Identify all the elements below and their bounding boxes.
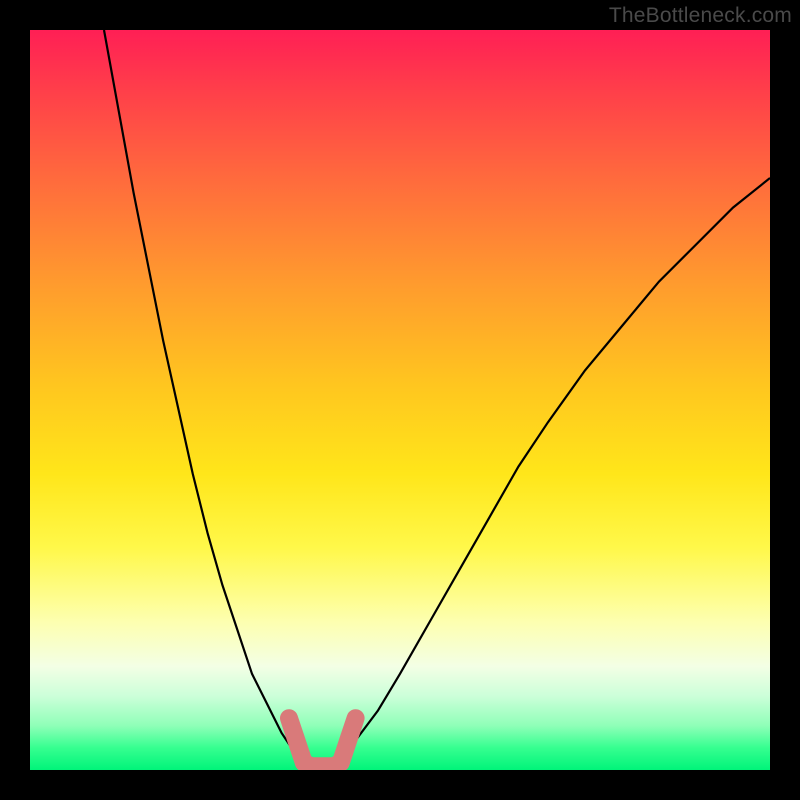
curve-right-branch [341, 178, 770, 763]
curve-left-branch [104, 30, 304, 763]
curve-layer [30, 30, 770, 770]
marker-zone [289, 718, 356, 766]
attribution-text: TheBottleneck.com [609, 4, 792, 28]
plot-area [30, 30, 770, 770]
chart-frame: TheBottleneck.com [0, 0, 800, 800]
